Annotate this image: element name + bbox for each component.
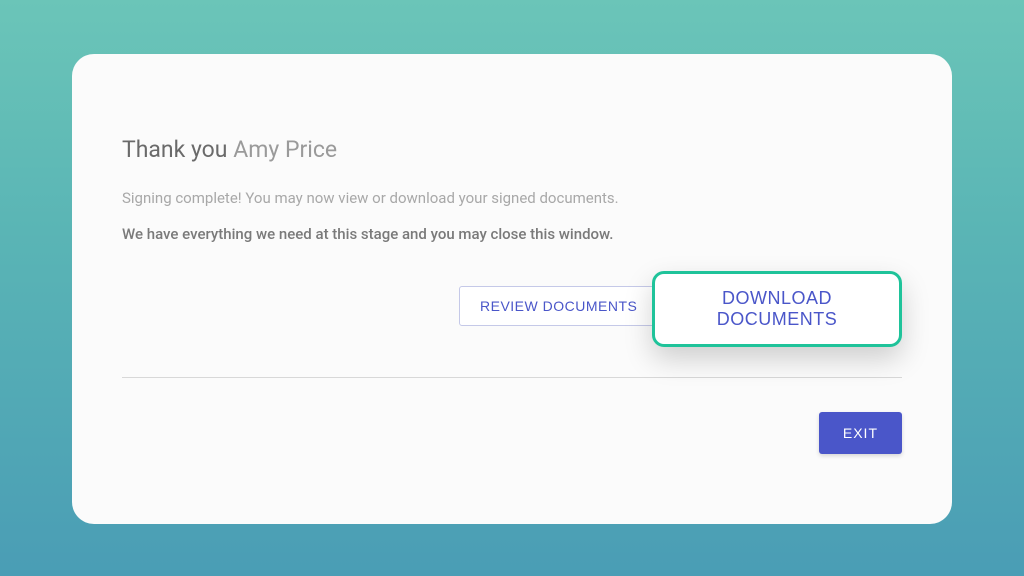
footer-row: EXIT — [122, 412, 902, 454]
confirmation-card: Thank you Amy Price Signing complete! Yo… — [72, 54, 952, 524]
exit-button[interactable]: EXIT — [819, 412, 902, 454]
signing-complete-message: Signing complete! You may now view or do… — [122, 189, 902, 207]
download-documents-button[interactable]: DOWNLOAD DOCUMENTS — [675, 288, 879, 330]
divider — [122, 377, 902, 378]
actions-row: REVIEW DOCUMENTS DOWNLOAD DOCUMENTS — [122, 279, 902, 339]
thank-you-prefix: Thank you — [122, 136, 233, 163]
page-title: Thank you Amy Price — [122, 136, 902, 163]
user-name: Amy Price — [233, 136, 337, 163]
review-documents-button[interactable]: REVIEW DOCUMENTS — [459, 286, 658, 326]
close-window-message: We have everything we need at this stage… — [122, 225, 902, 243]
download-highlight: DOWNLOAD DOCUMENTS — [652, 271, 902, 347]
